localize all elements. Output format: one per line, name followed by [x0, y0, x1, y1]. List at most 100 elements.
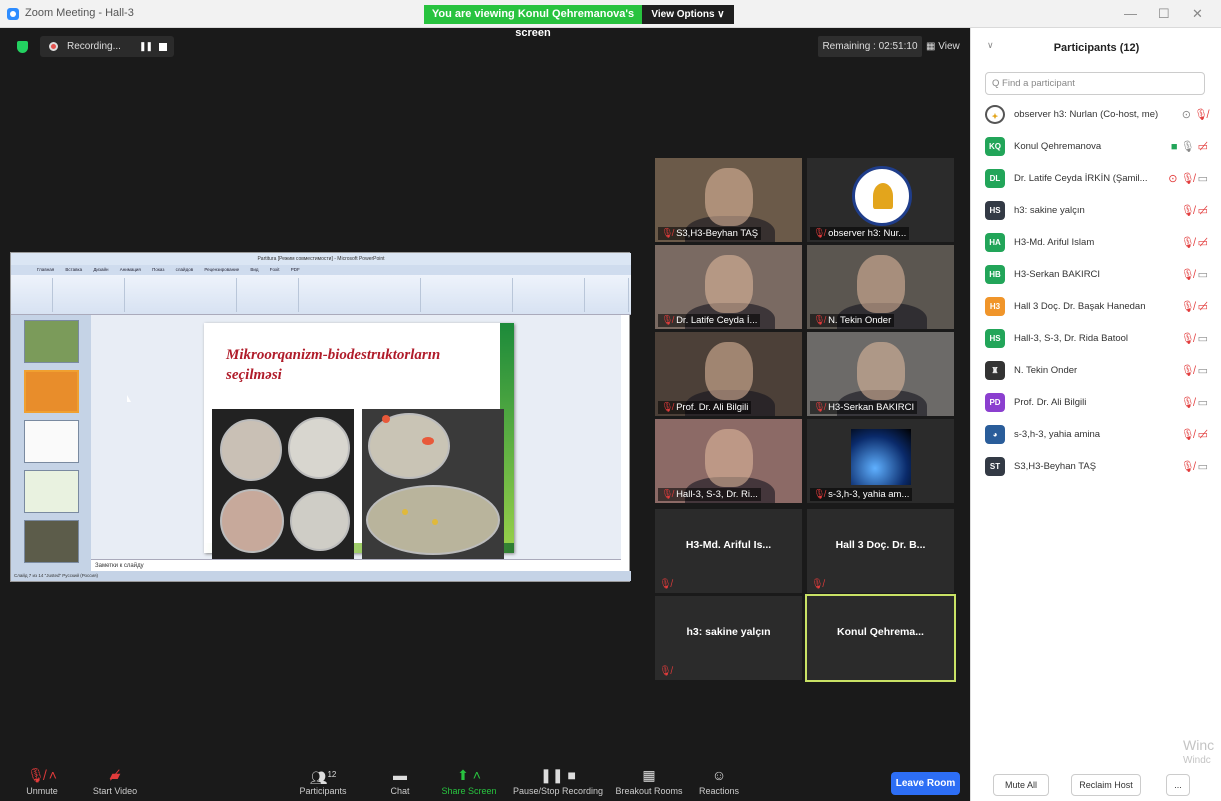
video-off-icon: ▭̸ — [1197, 301, 1208, 313]
muted-mic-icon: 🎙︎̸ — [1180, 365, 1195, 377]
windows-watermark-sub: Windc — [1183, 755, 1211, 766]
video-tile[interactable]: Konul Qehrema... — [805, 594, 956, 682]
participants-title: Participants (12) — [1053, 42, 1140, 54]
participant-row[interactable]: ◕ s-3,h-3, yahia amina 🎙︎̸ ▭̸ — [971, 419, 1221, 451]
participant-row[interactable]: HS Hall-3, S-3, Dr. Rida Batool 🎙︎̸ ▭ — [971, 323, 1221, 355]
video-tile[interactable]: Hall 3 Doç. Dr. B... 🎙︎̸ — [807, 509, 954, 593]
reactions-button[interactable]: ☺ Reactions — [696, 766, 742, 796]
pause-recording-icon[interactable]: ❚❚ — [139, 42, 153, 51]
video-tile[interactable]: 🎙︎̸ s-3,h-3, yahia am... — [807, 419, 954, 503]
pause-stop-recording-button[interactable]: ❚❚ ■ Pause/Stop Recording — [510, 766, 606, 796]
participant-name: Hall-3, S-3, Dr. Rida Batool — [1014, 333, 1129, 344]
participant-avatar: ◕ — [985, 425, 1005, 444]
zoom-window: Zoom Meeting - Hall-3 You are viewing Ko… — [0, 0, 1221, 801]
university-logo-icon — [852, 166, 912, 226]
powerpoint-ribbon — [11, 275, 631, 315]
minimize-button[interactable]: — — [1124, 6, 1137, 21]
mic-icon: 🎙︎ — [1180, 141, 1195, 153]
reactions-icon: ☺ — [711, 767, 727, 783]
video-icon: ▭ — [1197, 365, 1208, 377]
screen-share-icon: ■ — [1170, 141, 1178, 153]
participant-row[interactable]: PD Prof. Dr. Ali Bilgili 🎙︎̸ ▭ — [971, 387, 1221, 419]
reclaim-host-button[interactable]: Reclaim Host — [1071, 774, 1141, 796]
participant-row[interactable]: HA H3-Md. Ariful Islam 🎙︎̸ ▭̸ — [971, 227, 1221, 259]
windows-watermark: Winc — [1183, 737, 1215, 753]
stop-recording-icon[interactable] — [159, 43, 167, 51]
chat-button[interactable]: ▬ Chat — [385, 766, 415, 796]
participant-row[interactable]: HB H3-Serkan BAKIRCI 🎙︎̸ ▭ — [971, 259, 1221, 291]
video-tile[interactable]: 🎙︎̸ H3-Serkan BAKIRCI — [807, 332, 954, 416]
muted-mic-icon: 🎙︎̸ — [813, 402, 826, 413]
participant-name-label: 🎙︎̸ H3-Serkan BAKIRCI — [810, 401, 918, 414]
muted-mic-icon: 🎙︎̸ — [661, 228, 674, 239]
muted-mic-icon: 🎙︎̸ — [1180, 333, 1195, 345]
breakout-rooms-icon: ▦ — [642, 767, 656, 783]
participant-row[interactable]: HS h3: sakine yalçın 🎙︎̸ ▭̸ — [971, 195, 1221, 227]
participant-row[interactable]: DL Dr. Latife Ceyda İRKİN (Şamil... ⊙ 🎙︎̸ … — [971, 163, 1221, 195]
participant-row[interactable]: ✦ observer h3: Nurlan (Co-host, me) ⊙ 🎙︎̸ — [971, 99, 1221, 131]
muted-mic-icon: 🎙︎̸ — [659, 579, 672, 590]
participant-status-icons: 🎙︎̸ ▭̸ — [1181, 236, 1208, 249]
participant-face — [857, 255, 905, 313]
muted-mic-icon: 🎙︎̸ — [1180, 429, 1195, 441]
participant-name: N. Tekin Onder — [1014, 365, 1078, 376]
breakout-rooms-button[interactable]: ▦ Breakout Rooms — [613, 766, 685, 796]
participant-avatar: KQ — [985, 137, 1005, 156]
participant-name: H3-Md. Ariful Is... — [685, 539, 772, 551]
video-tile[interactable]: H3-Md. Ariful Is... 🎙︎̸ — [655, 509, 802, 593]
participant-status-icons: ⊙ 🎙︎̸ — [1182, 108, 1208, 121]
participant-status-icons: 🎙︎̸ ▭̸ — [1181, 428, 1208, 441]
video-icon: ▭ — [1197, 173, 1208, 185]
participant-name-label: 🎙︎̸ Hall-3, S-3, Dr. Ri... — [658, 488, 761, 501]
participant-avatar: HS — [985, 329, 1005, 348]
close-button[interactable]: ✕ — [1192, 6, 1203, 22]
participant-name: observer h3: Nurlan (Co-host, me) — [1014, 109, 1159, 120]
recording-icon: ⊙ — [1181, 109, 1191, 121]
participants-button[interactable]: 👥︎12 Participants — [294, 766, 352, 796]
video-tile[interactable]: 🎙︎̸ N. Tekin Onder — [807, 245, 954, 329]
participant-name: Prof. Dr. Ali Bilgili — [1014, 397, 1087, 408]
participants-icon: 👥︎12 — [309, 769, 337, 786]
participant-name-label: 🎙︎̸ Dr. Latife Ceyda İ... — [658, 314, 761, 327]
muted-mic-icon: 🎙︎̸ — [1180, 237, 1195, 249]
participant-name-label: 🎙︎̸ Prof. Dr. Ali Bilgili — [658, 401, 752, 414]
video-tile[interactable]: 🎙︎̸ Prof. Dr. Ali Bilgili — [655, 332, 802, 416]
participant-status-icons: ⊙ 🎙︎̸ ▭ — [1168, 172, 1208, 185]
earth-avatar-icon — [851, 429, 911, 485]
leave-room-button[interactable]: Leave Room — [891, 772, 960, 795]
mute-all-button[interactable]: Mute All — [993, 774, 1049, 796]
slide-thumbnail — [24, 370, 79, 413]
video-tile[interactable]: h3: sakine yalçın 🎙︎̸ — [655, 596, 802, 680]
start-video-button[interactable]: ▰̸ Start Video — [88, 766, 142, 796]
muted-mic-icon: 🎙︎̸ — [813, 489, 826, 500]
muted-mic-icon: 🎙︎̸ — [813, 315, 826, 326]
share-screen-button[interactable]: ⬆ ˄ Share Screen — [440, 766, 498, 796]
participant-row[interactable]: H3 Hall 3 Doç. Dr. Başak Hanedan 🎙︎̸ ▭̸ — [971, 291, 1221, 323]
viewing-screen-banner: You are viewing Konul Qehremanova's scre… — [424, 5, 642, 39]
video-tile[interactable]: 🎙︎̸ observer h3: Nur... — [807, 158, 954, 242]
powerpoint-ribbon-tabs: Главная Вставка Дизайн Анимация Показ сл… — [11, 265, 631, 275]
slide-thumbnail — [24, 420, 79, 463]
participant-row[interactable]: ST S3,H3-Beyhan TAŞ 🎙︎̸ ▭ — [971, 451, 1221, 483]
find-participant-input[interactable]: Q Find a participant — [985, 72, 1205, 95]
slide-canvas: Mikroorqanizm-biodestruktorların seçilmə… — [91, 315, 621, 561]
video-tile[interactable]: 🎙︎̸ S3,H3-Beyhan TAŞ — [655, 158, 802, 242]
maximize-button[interactable]: ☐ — [1158, 6, 1170, 22]
participant-status-icons: ■ 🎙︎ ▭̸ — [1171, 140, 1208, 153]
mouse-cursor-icon — [127, 395, 131, 402]
view-options-button[interactable]: View Options ∨ — [642, 5, 734, 24]
muted-mic-icon: 🎙︎̸ — [1180, 301, 1195, 313]
video-icon: ▭ — [1197, 333, 1208, 345]
view-button[interactable]: ▦ View — [926, 36, 964, 57]
participant-row[interactable]: KQ Konul Qehremanova ■ 🎙︎ ▭̸ — [971, 131, 1221, 163]
slide-title: Mikroorqanizm-biodestruktorların seçilmə… — [226, 347, 441, 383]
petri-dish-photo-left — [212, 409, 354, 561]
video-tile[interactable]: 🎙︎̸ Dr. Latife Ceyda İ... — [655, 245, 802, 329]
video-off-icon: ▭̸ — [1197, 141, 1208, 153]
participant-row[interactable]: ♜ N. Tekin Onder 🎙︎̸ ▭ — [971, 355, 1221, 387]
security-shield-icon[interactable] — [17, 41, 28, 53]
more-options-button[interactable]: ... — [1166, 774, 1190, 796]
video-tile[interactable]: 🎙︎̸ Hall-3, S-3, Dr. Ri... — [655, 419, 802, 503]
participant-avatar: H3 — [985, 297, 1005, 316]
unmute-button[interactable]: 🎙︎̸ ˄ Unmute — [20, 766, 64, 796]
